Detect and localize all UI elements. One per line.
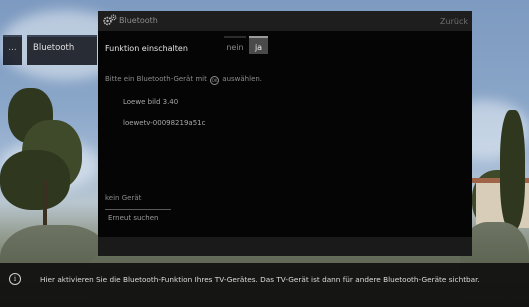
breadcrumb-more-label: ... bbox=[8, 43, 17, 53]
instruction-prefix: Bitte ein Bluetooth-Gerät mit bbox=[105, 75, 207, 83]
dialog-title: Bluetooth bbox=[119, 16, 158, 25]
back-button[interactable]: Zurück bbox=[440, 17, 468, 26]
dialog-footer bbox=[98, 237, 472, 256]
breadcrumb-more-button[interactable]: ... bbox=[3, 35, 22, 65]
device-status: kein Gerät bbox=[105, 194, 142, 202]
device-item[interactable]: Loewe bild 3.40 bbox=[123, 98, 178, 106]
rescan-label: Erneut suchen bbox=[108, 214, 159, 222]
ok-icon: OK bbox=[210, 76, 220, 85]
device-item[interactable]: loewetv-00098219a51c bbox=[123, 119, 205, 127]
option-ja-label: ja bbox=[254, 43, 263, 52]
info-text: Hier aktivieren Sie die Bluetooth-Funkti… bbox=[40, 275, 480, 284]
option-nein-label: nein bbox=[226, 43, 244, 52]
instruction-text: Bitte ein Bluetooth-Gerät mit OK auswähl… bbox=[105, 75, 262, 85]
gear-icon bbox=[103, 14, 117, 26]
dialog-header: Bluetooth Zurück bbox=[98, 11, 472, 31]
function-label: Funktion einschalten bbox=[105, 44, 188, 53]
option-ja[interactable]: ja bbox=[249, 36, 268, 54]
breadcrumb-bluetooth-label: Bluetooth bbox=[33, 43, 75, 53]
breadcrumb-bluetooth[interactable]: Bluetooth bbox=[27, 35, 97, 65]
option-nein[interactable]: nein bbox=[224, 36, 246, 54]
device-name: loewetv-00098219a51c bbox=[123, 119, 206, 127]
info-bar: i Hier aktivieren Sie die Bluetooth-Funk… bbox=[0, 263, 529, 307]
info-icon: i bbox=[9, 273, 21, 285]
bluetooth-dialog: Bluetooth Zurück Funktion einschalten ne… bbox=[98, 11, 472, 256]
rescan-button[interactable]: Erneut suchen bbox=[105, 211, 171, 225]
divider bbox=[105, 209, 171, 210]
instruction-suffix: auswählen. bbox=[222, 75, 263, 83]
device-name: Loewe bild 3.40 bbox=[123, 98, 179, 106]
